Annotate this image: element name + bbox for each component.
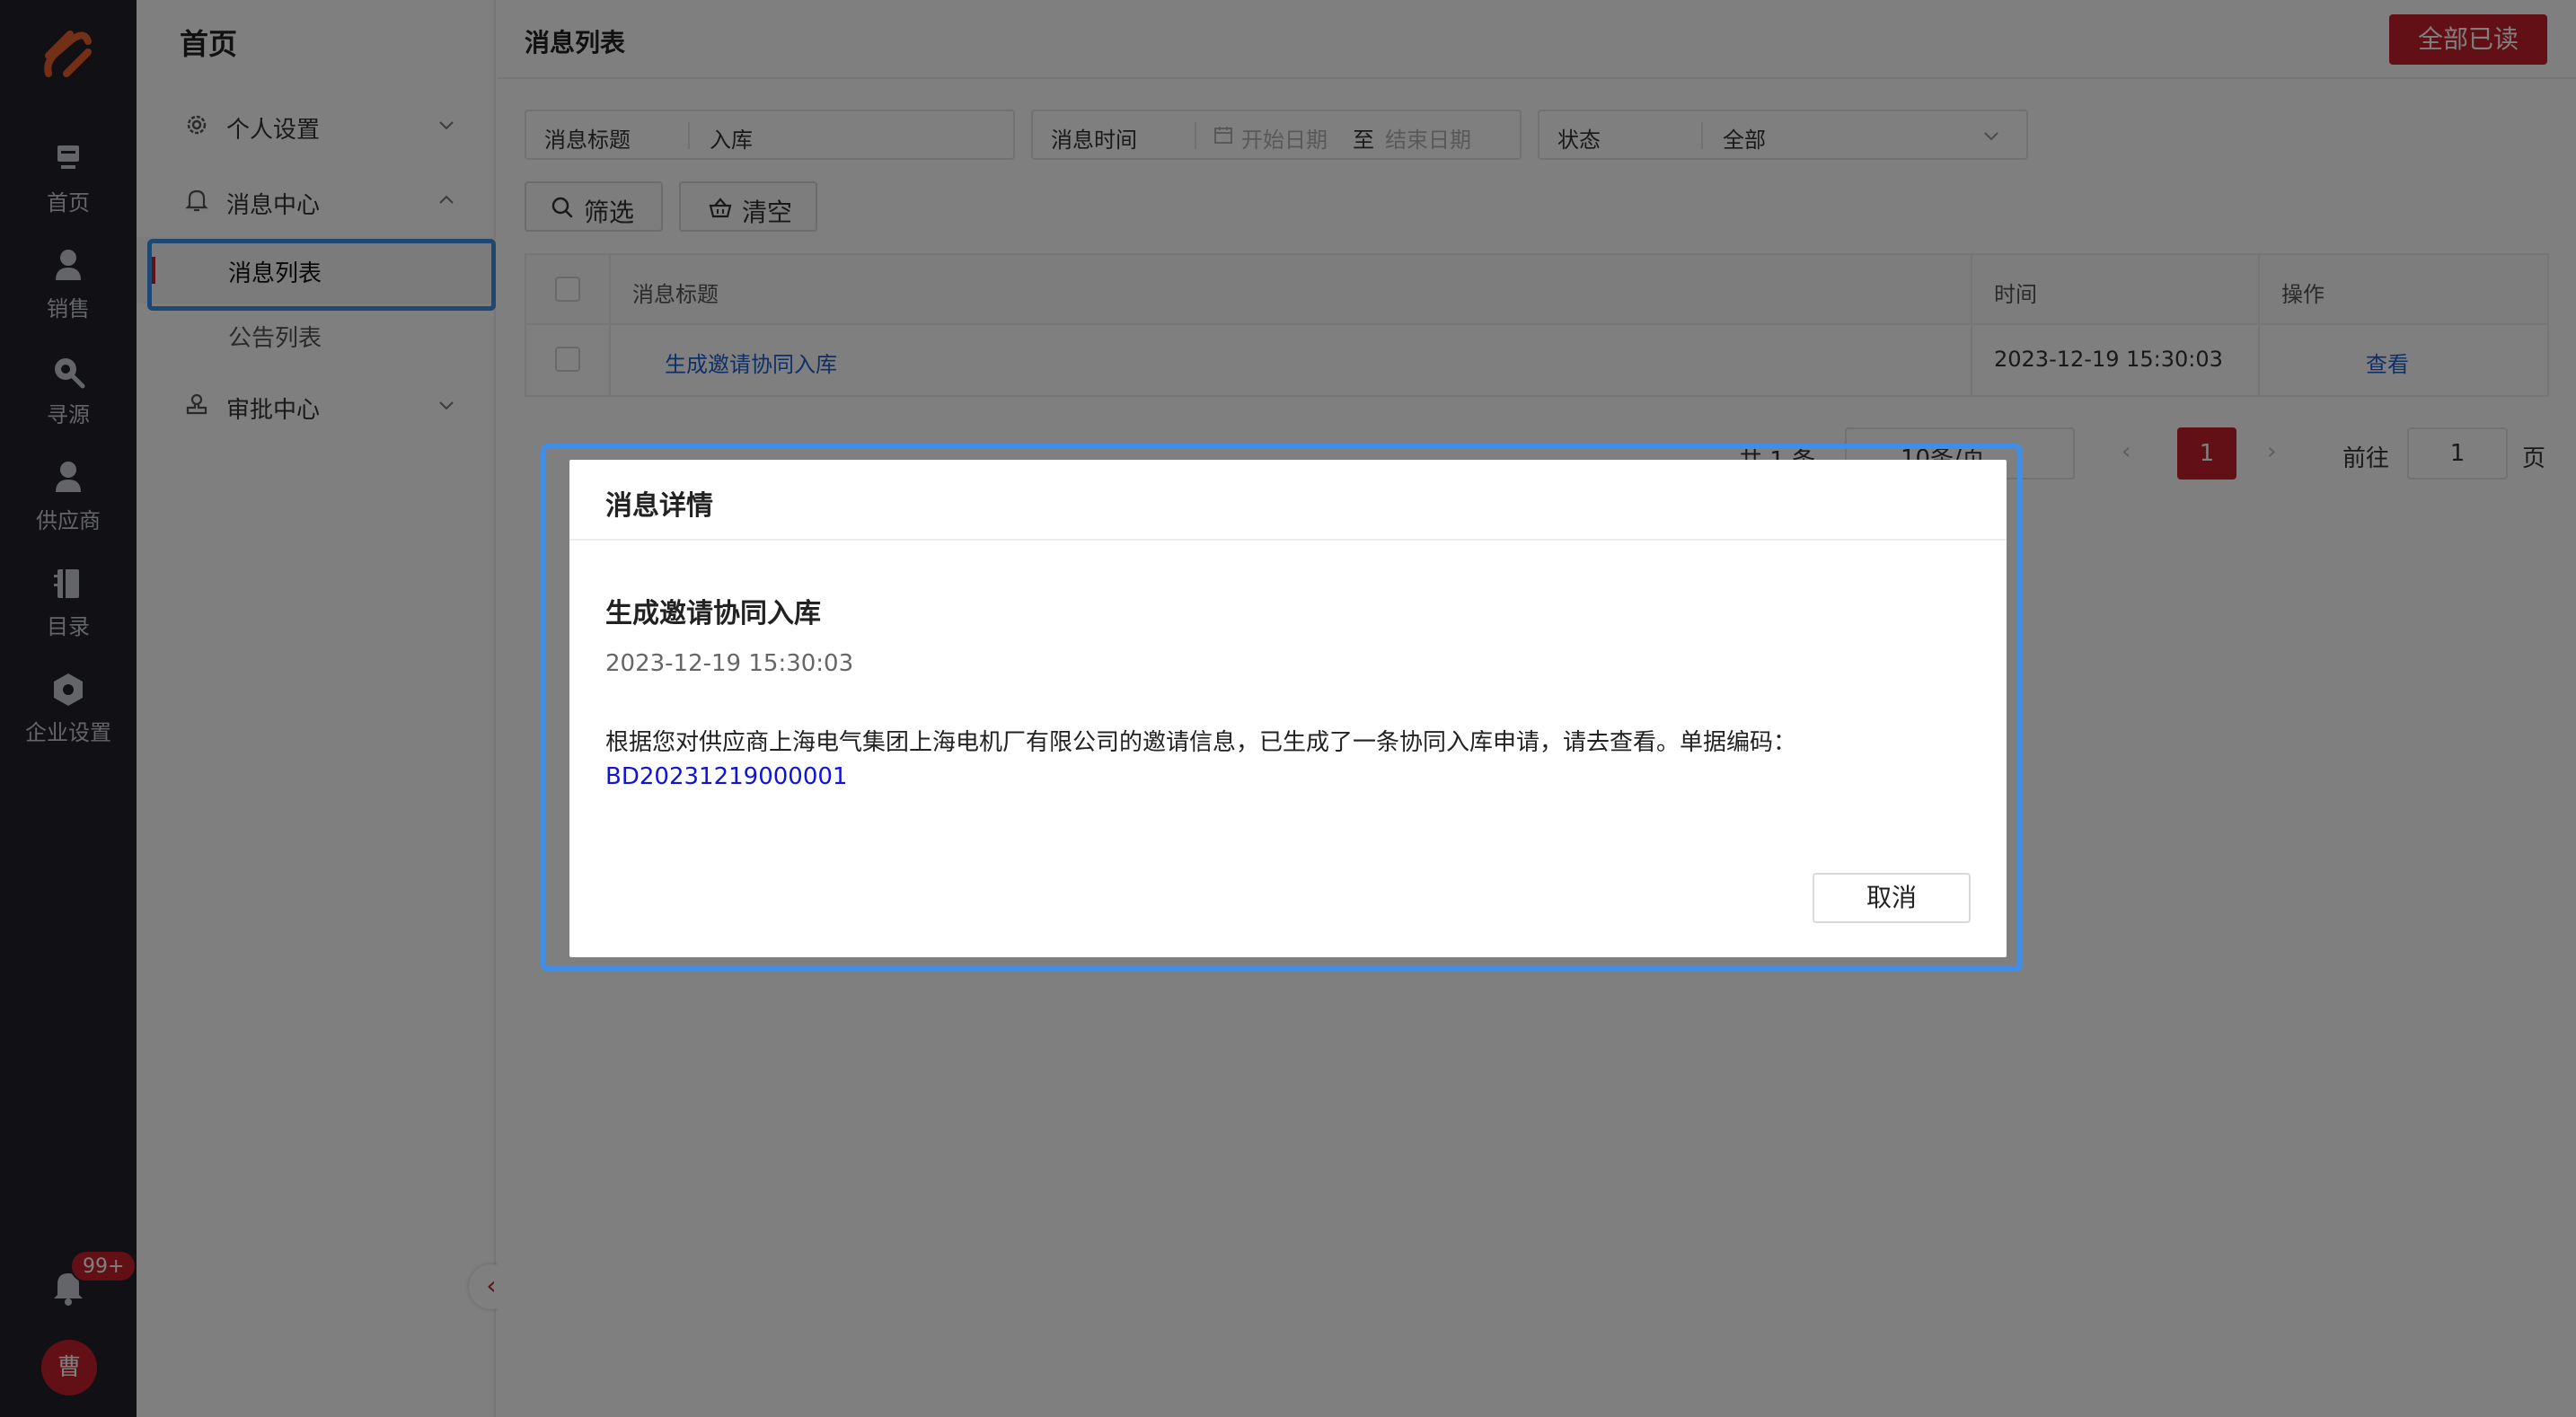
dialog-title: 消息详情 <box>605 490 713 522</box>
message-body: 根据您对供应商上海电气集团上海电机厂有限公司的邀请信息，已生成了一条协同入库申请… <box>605 729 1797 756</box>
cancel-button[interactable]: 取消 <box>1813 873 1971 923</box>
message-detail-dialog: 消息详情 生成邀请协同入库 2023-12-19 15:30:03 根据您对供应… <box>569 460 2007 957</box>
message-title: 生成邀请协同入库 <box>605 598 821 629</box>
message-time: 2023-12-19 15:30:03 <box>605 650 854 677</box>
document-code-link[interactable]: BD20231219000001 <box>605 763 847 790</box>
dialog-header: 消息详情 <box>569 460 2007 541</box>
